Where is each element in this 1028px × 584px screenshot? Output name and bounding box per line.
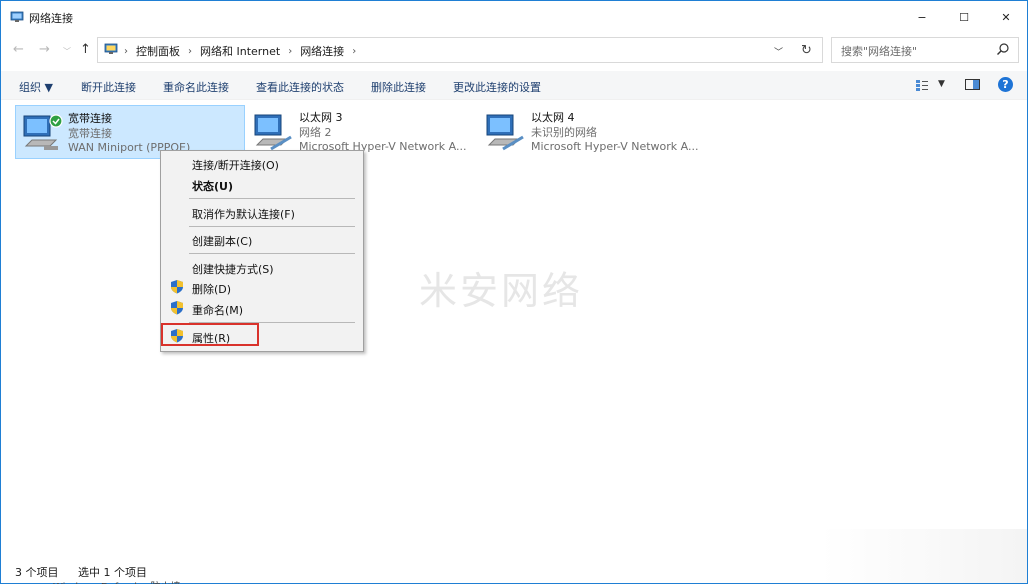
control-panel-icon: [104, 43, 118, 54]
window-title: 网络连接: [29, 12, 73, 25]
menu-item-status[interactable]: 状态(U): [192, 178, 233, 194]
connection-status: 宽带连接: [68, 127, 112, 140]
breadcrumb-separator-icon: ›: [352, 45, 357, 57]
address-dropdown-chevron-icon[interactable]: ﹀: [774, 45, 783, 58]
title-bar: 网络连接 − ☐ ✕: [1, 1, 1027, 33]
menu-item-rename[interactable]: 重命名(M): [192, 302, 243, 318]
properties-highlight-annotation: [161, 323, 259, 346]
menu-item-create-shortcut[interactable]: 创建快捷方式(S): [192, 261, 274, 277]
breadcrumb: › 控制面板 › 网络和 Internet › 网络连接 ›: [124, 43, 356, 59]
back-arrow-icon[interactable]: ←: [13, 42, 24, 57]
explorer-window: 网络连接 − ☐ ✕ ← → ﹀ ↑ › 控制面板 › 网络和 Internet…: [0, 0, 1028, 584]
menu-item-connect[interactable]: 连接/断开连接(O): [192, 157, 279, 173]
uac-shield-icon: [171, 301, 183, 315]
search-icon: [997, 43, 1009, 55]
ethernet-connection-icon: [254, 114, 292, 151]
menu-separator: [189, 226, 355, 227]
menu-item-create-copy[interactable]: 创建副本(C): [192, 233, 252, 249]
connection-status: 未识别的网络: [531, 126, 597, 139]
connection-name: 宽带连接: [68, 112, 112, 125]
breadcrumb-separator-icon: ›: [188, 45, 192, 57]
connection-name: 以太网 4: [531, 111, 575, 124]
item-count: 3 个项目: [15, 566, 59, 579]
recent-locations-chevron-icon[interactable]: ﹀: [63, 46, 71, 57]
minimize-button[interactable]: −: [901, 1, 943, 33]
change-view-icon[interactable]: [915, 78, 929, 92]
menu-separator: [189, 253, 355, 254]
breadcrumb-separator-icon: ›: [288, 45, 293, 57]
broadband-connection-icon: [23, 114, 63, 150]
connection-name: 以太网 3: [299, 111, 343, 124]
up-arrow-icon[interactable]: ↑: [80, 42, 91, 57]
search-input[interactable]: 搜索"网络连接": [831, 37, 1019, 63]
change-settings-button[interactable]: 更改此连接的设置: [453, 79, 541, 95]
connection-device: Microsoft Hyper-V Network A...: [531, 140, 699, 153]
bottom-fade: [821, 529, 1027, 583]
breadcrumb-control-panel[interactable]: 控制面板: [136, 43, 180, 59]
menu-item-delete[interactable]: 删除(D): [192, 281, 231, 297]
preview-pane-icon[interactable]: [965, 78, 980, 91]
view-options-chevron-icon[interactable]: ▼: [938, 79, 945, 89]
context-menu: 连接/断开连接(O) 状态(U) 取消作为默认连接(F) 创建副本(C) 创建快…: [160, 150, 364, 352]
close-button[interactable]: ✕: [985, 1, 1027, 33]
address-row: ← → ﹀ ↑ › 控制面板 › 网络和 Internet › 网络连接 › ﹀…: [1, 35, 1027, 65]
uac-shield-icon: [171, 280, 183, 294]
view-status-button[interactable]: 查看此连接的状态: [256, 79, 344, 95]
breadcrumb-network-connections[interactable]: 网络连接: [300, 43, 344, 59]
connection-ethernet-4[interactable]: 以太网 4 未识别的网络 Microsoft Hyper-V Network A…: [479, 105, 707, 157]
forward-arrow-icon[interactable]: →: [39, 42, 50, 57]
background-window-text: Windows Defender 防火墙: [53, 578, 180, 584]
address-bar[interactable]: › 控制面板 › 网络和 Internet › 网络连接 ›: [97, 37, 823, 63]
ethernet-connection-icon: [486, 114, 524, 151]
command-bar: 组织 ▼ 断开此连接 重命名此连接 查看此连接的状态 删除此连接 更改此连接的设…: [1, 71, 1027, 100]
help-icon[interactable]: ?: [998, 77, 1013, 92]
maximize-button[interactable]: ☐: [943, 1, 985, 33]
refresh-icon[interactable]: ↻: [801, 43, 812, 58]
breadcrumb-separator-icon: ›: [124, 45, 128, 57]
disconnect-button[interactable]: 断开此连接: [81, 79, 136, 95]
network-connections-icon: [10, 11, 24, 22]
delete-connection-button[interactable]: 删除此连接: [371, 79, 426, 95]
search-placeholder: 搜索"网络连接": [841, 45, 918, 58]
rename-connection-button[interactable]: 重命名此连接: [163, 79, 229, 95]
menu-separator: [189, 198, 355, 199]
connection-status: 网络 2: [299, 126, 332, 139]
menu-item-cancel-default[interactable]: 取消作为默认连接(F): [192, 206, 295, 222]
watermark: 米安网络: [419, 269, 584, 313]
breadcrumb-network-internet[interactable]: 网络和 Internet: [200, 43, 280, 59]
organize-button[interactable]: 组织 ▼: [19, 79, 53, 95]
